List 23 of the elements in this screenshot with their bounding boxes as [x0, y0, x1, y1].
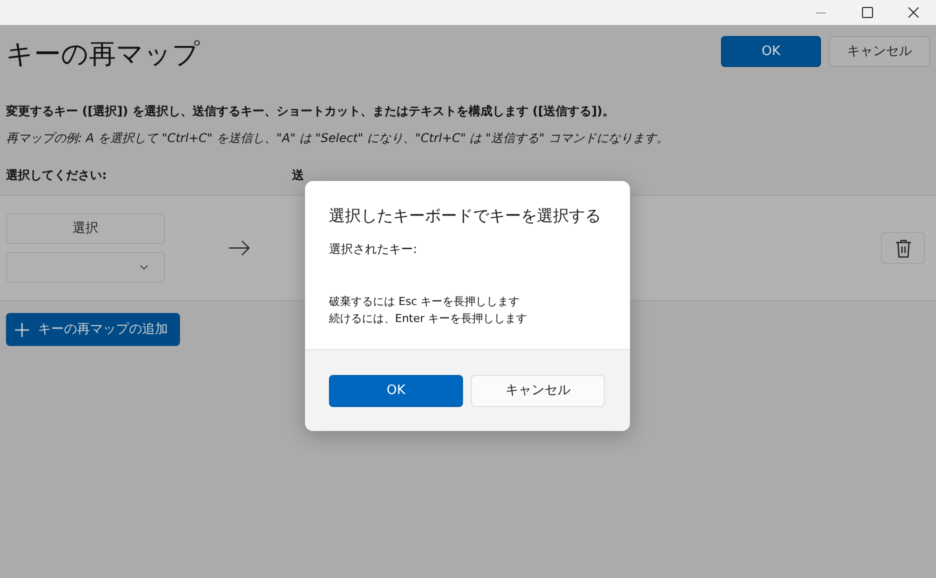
ok-button[interactable]: OK	[721, 36, 821, 67]
column-header: 送	[292, 167, 304, 184]
instruction-text: 破棄するには Esc キーを長押しします	[329, 294, 521, 310]
cancel-button[interactable]: キャンセル	[829, 36, 930, 67]
description-text: 変更するキー ([選択]) を選択し、送信するキー、ショートカット、またはテキストを構成します ([送信する])。	[6, 103, 616, 120]
cancel-button[interactable]: キャンセル	[471, 374, 605, 406]
add-remap-button[interactable]: キーの再マップの追加	[6, 313, 180, 346]
arrow-right-icon	[229, 240, 250, 256]
chevron-down-icon	[140, 265, 148, 270]
plus-icon	[14, 322, 30, 338]
page-title: キーの再マップ	[6, 41, 200, 68]
minimize-icon	[816, 12, 826, 14]
trash-icon	[894, 238, 912, 258]
dialog-title: 選択したキーボードでキーを選択する	[329, 205, 601, 227]
selected-key-label: 選択されたキー:	[329, 241, 418, 258]
maximize-icon	[862, 7, 872, 18]
delete-button[interactable]	[881, 232, 925, 264]
ok-button[interactable]: OK	[329, 374, 463, 406]
select-key-button[interactable]: 選択	[6, 213, 165, 244]
instruction-text: 続けるには、Enter キーを長押しします	[329, 311, 528, 328]
close-icon	[908, 7, 918, 18]
example-text: 再マップの例: A を選択して "Ctrl+C" を送信し、"A" は "Select" になり、"Ctrl+C" は "送信する" コマンドになります。	[6, 130, 670, 147]
column-header: 選択してください:	[6, 167, 108, 184]
